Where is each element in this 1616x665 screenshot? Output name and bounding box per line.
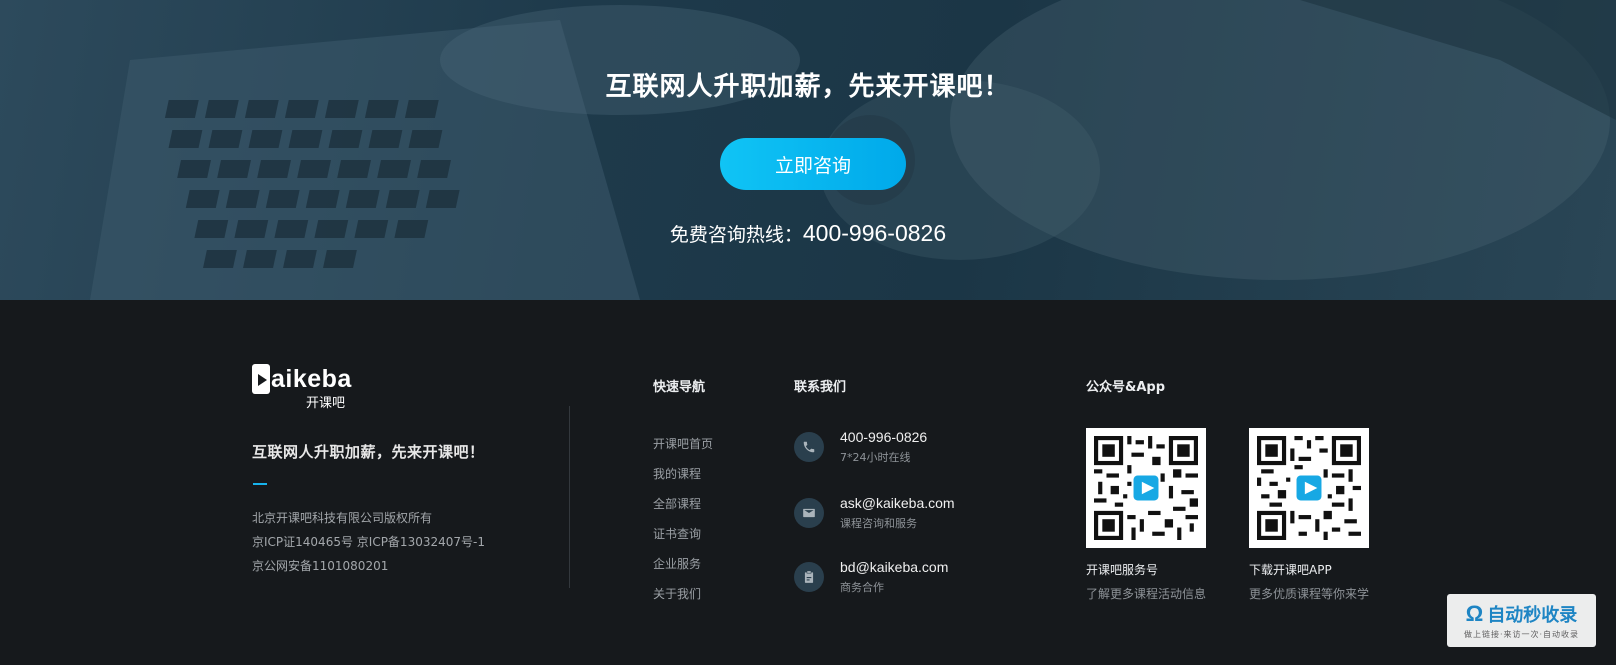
qr-service-account-title: 开课吧服务号 (1086, 563, 1159, 577)
icp-text: 京ICP证140465号 京ICP备13032407号-1 (252, 535, 485, 549)
watermark-text: 自动秒收录 (1487, 605, 1578, 626)
play-logo-icon (252, 364, 270, 394)
quick-nav: 开课吧首页 我的课程 全部课程 证书查询 企业服务 关于我们 (653, 429, 713, 609)
apps-title: 公众号&App (1086, 380, 1166, 395)
watermark-logo-icon: Ω (1465, 601, 1484, 626)
contact-business-email: bd@kaikeba.com (840, 559, 949, 575)
accent-divider (253, 483, 267, 485)
contact-phone[interactable]: 400-996-0826 7*24小时在线 (794, 428, 927, 465)
contact-service-email: ask@kaikeba.com (840, 495, 955, 511)
vertical-divider (569, 406, 570, 588)
watermark-subtext: 做上链接·来访一次·自动收录 (1463, 630, 1580, 639)
contact-service-note: 课程咨询和服务 (840, 517, 917, 530)
watermark-main: Ω 自动秒收录 (1466, 601, 1578, 627)
quick-nav-title: 快速导航 (653, 380, 706, 395)
police-record-text: 京公网安备1101080201 (252, 559, 389, 573)
contact-email-service[interactable]: ask@kaikeba.com 课程咨询和服务 (794, 494, 955, 531)
contact-title: 联系我们 (794, 380, 847, 395)
hotline: 免费咨询热线：400-996-0826 (0, 220, 1616, 247)
qr-app-sub: 更多优质课程等你来学 (1249, 587, 1370, 601)
contact-phone-number: 400-996-0826 (840, 429, 928, 445)
hotline-number[interactable]: 400-996-0826 (803, 220, 946, 246)
hotline-label: 免费咨询热线： (669, 224, 803, 246)
nav-link-all-courses[interactable]: 全部课程 (653, 489, 713, 519)
nav-link-certificate[interactable]: 证书查询 (653, 519, 713, 549)
mail-icon (794, 498, 824, 528)
qr-code-icon (1257, 436, 1361, 540)
qr-code-icon (1094, 436, 1198, 540)
hero-banner: 互联网人升职加薪，先来开课吧！ 立即咨询 免费咨询热线：400-996-0826 (0, 0, 1616, 300)
legal-info: 北京开课吧科技有限公司版权所有 京ICP证140465号 京ICP备130324… (252, 506, 485, 578)
footer-tagline: 互联网人升职加薪，先来开课吧！ (252, 443, 485, 461)
kaikeba-logo: aikeba (252, 364, 352, 394)
nav-link-my-courses[interactable]: 我的课程 (653, 459, 713, 489)
nav-link-enterprise[interactable]: 企业服务 (653, 549, 713, 579)
phone-icon (794, 432, 824, 462)
clipboard-icon (794, 562, 824, 592)
nav-link-about[interactable]: 关于我们 (653, 579, 713, 609)
contact-phone-note: 7*24小时在线 (840, 451, 911, 464)
brand-logo[interactable]: aikeba 开课吧 (252, 364, 352, 411)
qr-code-service-account (1086, 428, 1206, 548)
watermark-badge[interactable]: Ω 自动秒收录 做上链接·来访一次·自动收录 (1447, 594, 1596, 647)
contact-business-note: 商务合作 (840, 581, 884, 594)
contact-email-business[interactable]: bd@kaikeba.com 商务合作 (794, 558, 948, 595)
qr-app-title: 下载开课吧APP (1249, 563, 1332, 577)
nav-link-home[interactable]: 开课吧首页 (653, 429, 713, 459)
consult-now-button[interactable]: 立即咨询 (720, 138, 906, 190)
qr-service-account-sub: 了解更多课程活动信息 (1086, 587, 1207, 601)
logo-text: aikeba (271, 364, 352, 393)
site-footer: aikeba 开课吧 互联网人升职加薪，先来开课吧！ 北京开课吧科技有限公司版权… (0, 300, 1616, 665)
hero-title: 互联网人升职加薪，先来开课吧！ (605, 72, 1011, 102)
qr-code-app-download (1249, 428, 1369, 548)
copyright-text: 北京开课吧科技有限公司版权所有 (252, 511, 433, 525)
logo-subtitle: 开课吧 (306, 396, 346, 411)
